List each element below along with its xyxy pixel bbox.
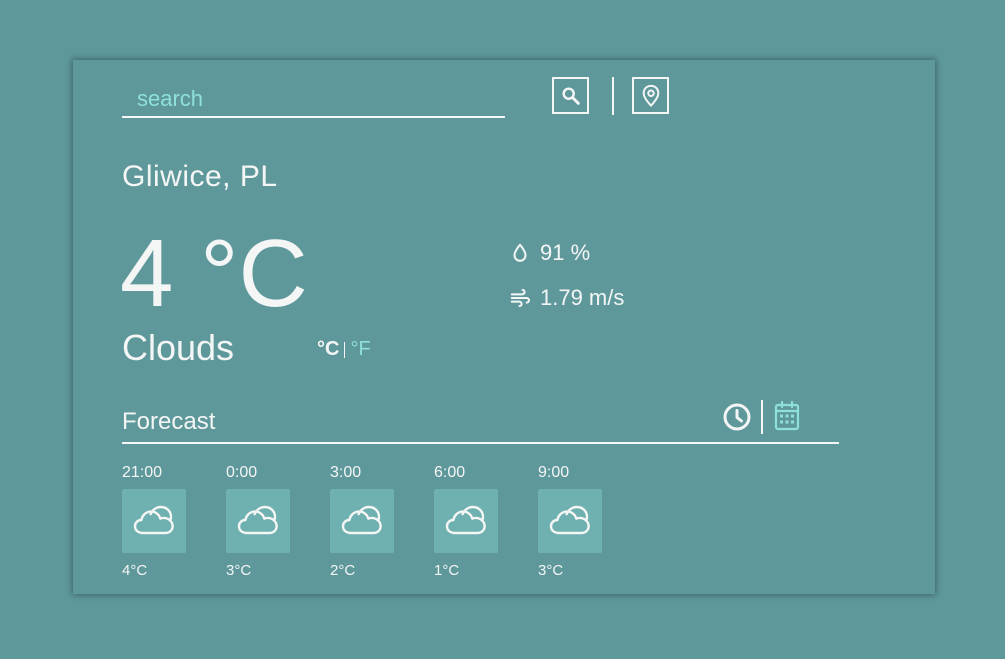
forecast-tile bbox=[538, 489, 602, 553]
forecast-temp: 4°C bbox=[122, 562, 148, 579]
cloud-icon bbox=[133, 505, 174, 535]
clock-icon bbox=[723, 403, 751, 431]
forecast-item: 3:00 2°C bbox=[330, 463, 394, 579]
forecast-time: 21:00 bbox=[122, 464, 163, 481]
cloud-icon bbox=[237, 505, 278, 535]
current-temperature: 4 °C bbox=[120, 220, 308, 327]
weather-condition: Clouds bbox=[122, 327, 235, 368]
cloud-icon bbox=[549, 505, 590, 535]
forecast-time: 6:00 bbox=[434, 464, 466, 481]
unit-divider bbox=[344, 341, 346, 358]
forecast-item: 0:00 3°C bbox=[226, 463, 290, 579]
forecast-tile bbox=[330, 489, 394, 553]
wind-stat: 1.79 m/s bbox=[509, 285, 624, 311]
city-name: Gliwice, PL bbox=[122, 160, 278, 193]
forecast-tile bbox=[226, 489, 290, 553]
unit-toggle: °C °F bbox=[317, 338, 371, 361]
humidity-value: 91 % bbox=[540, 240, 591, 265]
forecast-temp: 3°C bbox=[538, 562, 564, 579]
forecast-header: Forecast bbox=[122, 398, 839, 444]
location-button[interactable] bbox=[632, 77, 669, 114]
daily-forecast-button[interactable] bbox=[774, 400, 800, 432]
search-icon bbox=[561, 86, 580, 105]
toolbar-divider bbox=[612, 77, 614, 115]
forecast-mode-divider bbox=[761, 400, 763, 434]
wind-value: 1.79 m/s bbox=[540, 285, 625, 310]
weather-card: Gliwice, PL 4 °C Clouds °C °F 91 % 1.79 … bbox=[73, 60, 935, 594]
forecast-tile bbox=[434, 489, 498, 553]
forecast-temp: 3°C bbox=[226, 562, 252, 579]
search-field bbox=[122, 84, 505, 118]
search-input[interactable] bbox=[122, 84, 505, 114]
hourly-forecast-list: 21:00 4°C 0:00 3°C 3:00 2°C 6:00 1°C 9:0… bbox=[122, 463, 642, 579]
forecast-temp: 1°C bbox=[434, 562, 460, 579]
forecast-item: 6:00 1°C bbox=[434, 463, 498, 579]
search-button[interactable] bbox=[552, 77, 589, 114]
forecast-item: 21:00 4°C bbox=[122, 463, 186, 579]
forecast-temp: 2°C bbox=[330, 562, 356, 579]
unit-fahrenheit[interactable]: °F bbox=[350, 338, 370, 361]
forecast-title: Forecast bbox=[122, 408, 216, 435]
cloud-icon bbox=[445, 505, 486, 535]
cloud-icon bbox=[341, 505, 382, 535]
hourly-forecast-button[interactable] bbox=[722, 402, 752, 432]
calendar-icon bbox=[774, 400, 800, 431]
droplet-icon bbox=[509, 242, 531, 264]
humidity-stat: 91 % bbox=[509, 240, 590, 266]
forecast-item: 9:00 3°C bbox=[538, 463, 602, 579]
wind-icon bbox=[509, 287, 531, 309]
forecast-time: 0:00 bbox=[226, 464, 258, 481]
forecast-time: 9:00 bbox=[538, 464, 570, 481]
map-pin-icon bbox=[642, 84, 659, 107]
unit-celsius[interactable]: °C bbox=[317, 338, 339, 361]
forecast-tile bbox=[122, 489, 186, 553]
forecast-time: 3:00 bbox=[330, 464, 362, 481]
